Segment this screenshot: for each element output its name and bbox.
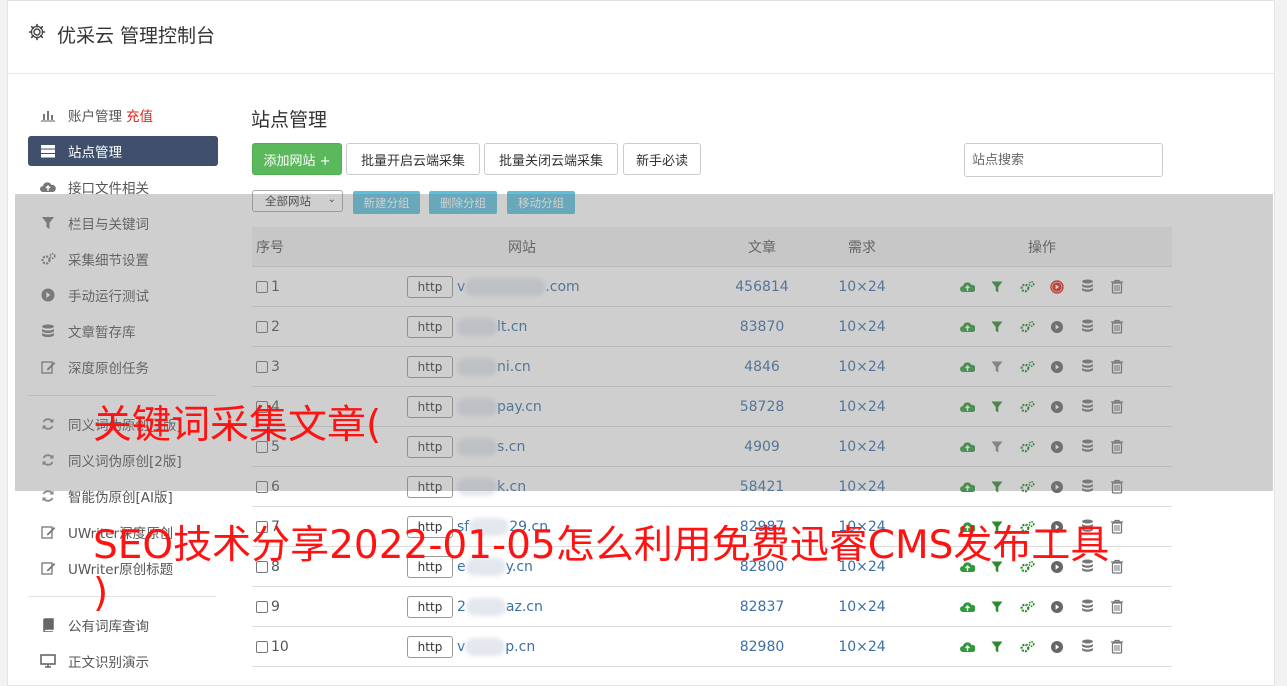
- cogs-icon[interactable]: [1019, 599, 1035, 615]
- database-icon[interactable]: [1079, 599, 1095, 615]
- database-icon[interactable]: [1079, 639, 1095, 655]
- site-search-input[interactable]: [964, 143, 1163, 177]
- header-bar: 优采云 管理控制台: [8, 1, 1274, 74]
- page-title: 站点管理: [251, 109, 328, 131]
- http-badge[interactable]: http: [407, 595, 453, 618]
- filter-icon[interactable]: [989, 639, 1005, 655]
- recharge-link[interactable]: 充值: [126, 105, 153, 125]
- http-badge[interactable]: http: [407, 635, 453, 658]
- row-number: 10: [271, 638, 289, 655]
- row-ops: [912, 639, 1172, 655]
- demand-value[interactable]: 10×24: [812, 639, 912, 655]
- cogs-icon[interactable]: [1019, 639, 1035, 655]
- watermark-line-2: SEO技术分享2022-01-05怎么利用免费迅睿CMS发布工具: [93, 523, 1110, 568]
- server-icon: [39, 143, 57, 159]
- row-ops: [912, 599, 1172, 615]
- play-circle-icon[interactable]: [1049, 599, 1065, 615]
- watermark-line-1: 关键词采集文章(: [93, 403, 382, 448]
- row-site-cell: http 2 az.cn: [332, 595, 712, 618]
- bar-chart-icon: [39, 107, 57, 123]
- trash-icon[interactable]: [1109, 599, 1125, 615]
- domain-prefix: 2: [457, 598, 466, 615]
- domain-prefix: v: [457, 638, 466, 655]
- site-domain-link[interactable]: v p.cn: [457, 637, 536, 656]
- domain-suffix: p.cn: [505, 638, 536, 655]
- batch-close-cloud-button[interactable]: 批量关闭云端采集: [484, 143, 618, 175]
- redacted-blur: [465, 637, 506, 656]
- demand-value[interactable]: 10×24: [812, 599, 912, 615]
- batch-open-cloud-button[interactable]: 批量开启云端采集: [346, 143, 480, 175]
- row-no-cell: 9: [252, 599, 332, 615]
- cloud-upload-icon[interactable]: [959, 639, 975, 655]
- trash-icon[interactable]: [1109, 519, 1125, 535]
- sidebar-item-label: 账户管理: [68, 109, 122, 125]
- articles-count[interactable]: 82980: [712, 639, 812, 655]
- edit-icon: [39, 560, 57, 576]
- site-domain-link[interactable]: 2 az.cn: [457, 597, 543, 616]
- gear-icon: [28, 23, 46, 45]
- sidebar-item-public-lexicon[interactable]: 公有词库查询: [28, 607, 218, 643]
- table-row: 9 http 2 az.cn 82837 10×24: [252, 587, 1172, 627]
- sidebar-item-label: 公有词库查询: [68, 619, 149, 635]
- sidebar-item-account[interactable]: 账户管理 充值: [28, 97, 218, 133]
- row-number: 9: [271, 598, 280, 615]
- trash-icon[interactable]: [1109, 639, 1125, 655]
- watermark-line-3: ): [93, 571, 109, 616]
- book-icon: [39, 617, 57, 633]
- sidebar-item-sites[interactable]: 站点管理: [28, 136, 218, 166]
- filter-icon[interactable]: [989, 599, 1005, 615]
- cloud-upload-icon[interactable]: [959, 599, 975, 615]
- domain-suffix: az.cn: [505, 598, 543, 615]
- sidebar-item-content-recognition[interactable]: 正文识别演示: [28, 643, 218, 679]
- sidebar-item-label: 站点管理: [68, 145, 122, 161]
- redacted-blur: [465, 597, 506, 616]
- row-checkbox[interactable]: [256, 600, 268, 613]
- newbie-guide-button[interactable]: 新手必读: [623, 143, 701, 175]
- add-site-button[interactable]: 添加网站 +: [252, 143, 342, 175]
- row-checkbox[interactable]: [256, 640, 268, 653]
- monitor-icon: [39, 653, 57, 669]
- edit-icon: [39, 524, 57, 540]
- articles-count[interactable]: 82837: [712, 599, 812, 615]
- row-site-cell: http v p.cn: [332, 635, 712, 658]
- play-circle-icon[interactable]: [1049, 639, 1065, 655]
- row-no-cell: 10: [252, 639, 332, 655]
- cloud-upload-icon: [39, 179, 57, 195]
- sidebar-item-label: 正文识别演示: [68, 655, 149, 671]
- app-title: 优采云 管理控制台: [57, 25, 216, 47]
- table-row: 10 http v p.cn 82980 10×24: [252, 627, 1172, 667]
- trash-icon[interactable]: [1109, 559, 1125, 575]
- sidebar-divider: [28, 596, 216, 597]
